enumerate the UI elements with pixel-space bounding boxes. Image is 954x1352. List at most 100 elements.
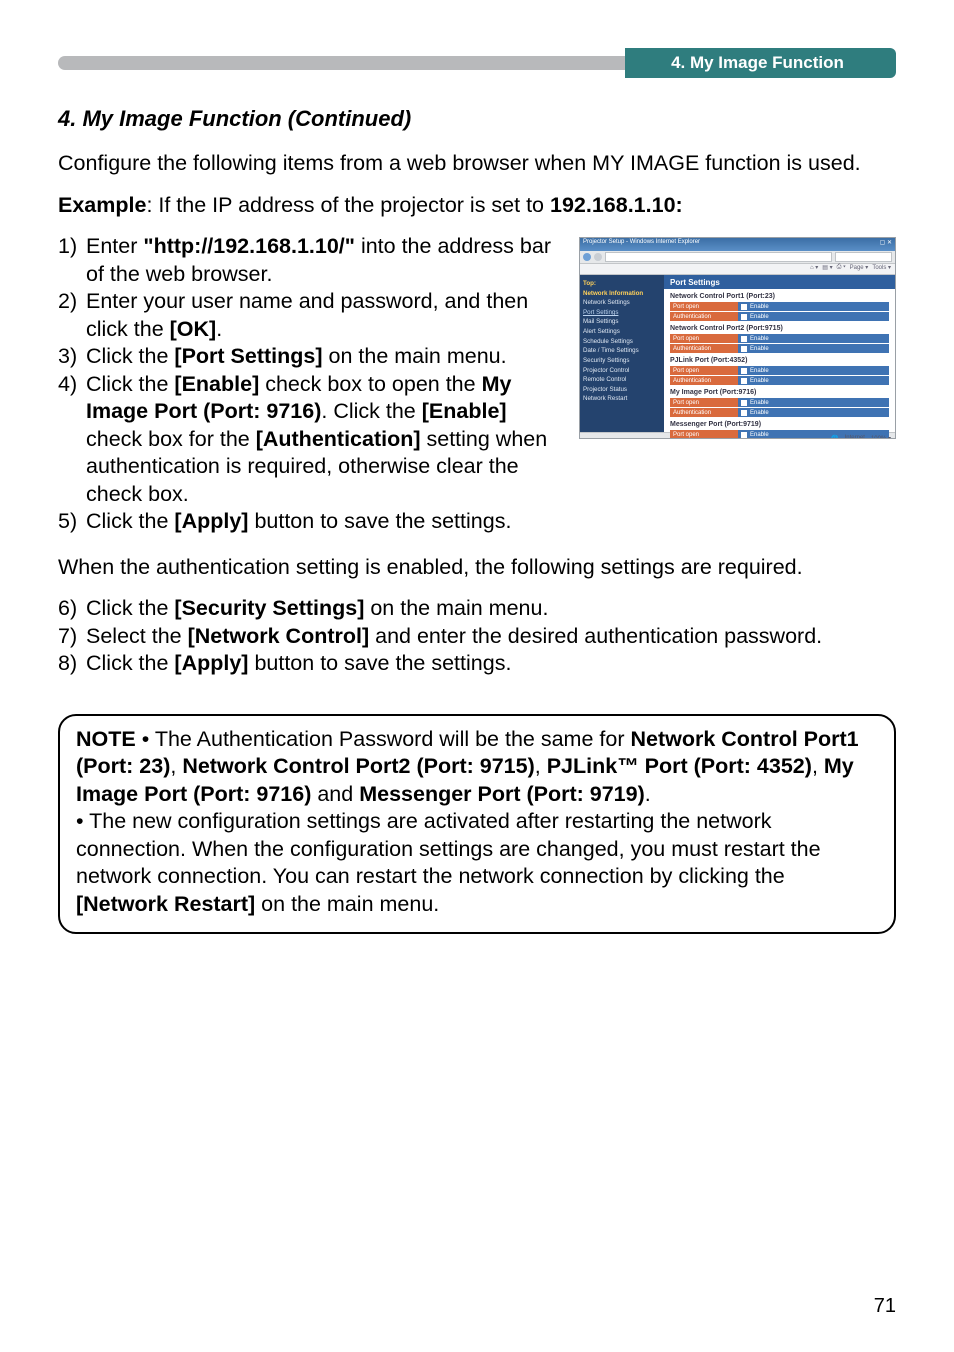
header-bar: 4. My Image Function xyxy=(58,48,896,78)
tools-menu-icon: Tools ▾ xyxy=(872,264,891,274)
port-row: Authentication Enable xyxy=(670,408,889,417)
step-text: button to save the settings. xyxy=(248,651,511,675)
step-number: 2) xyxy=(58,288,86,343)
example-line: Example: If the IP address of the projec… xyxy=(58,192,896,220)
note-box: NOTE • The Authentication Password will … xyxy=(58,714,896,935)
checkbox-icon xyxy=(741,336,747,342)
sidebar-item: Security Settings xyxy=(583,356,661,366)
step-1: 1) Enter "http://192.168.1.10/" into the… xyxy=(58,233,569,288)
port-row: Port openEnable xyxy=(670,398,889,407)
row-value: Enable xyxy=(738,344,889,353)
intro-paragraph: Configure the following items from a web… xyxy=(58,150,896,178)
sidebar-item: Projector Status xyxy=(583,385,661,395)
enable-label: Enable xyxy=(750,336,769,342)
page: 4. My Image Function 4. My Image Functio… xyxy=(0,0,954,1352)
enable-label: Enable xyxy=(750,304,769,310)
row-label: Authentication xyxy=(670,376,738,385)
breadcrumb: 4. My Image Function xyxy=(625,48,896,78)
step-text: . xyxy=(216,317,222,341)
step-5: 5) Click the [Apply] button to save the … xyxy=(58,508,896,536)
enable-label: Enable xyxy=(750,314,769,320)
example-text: : If the IP address of the projector is … xyxy=(146,193,550,217)
row-label: Port open xyxy=(670,334,738,343)
port-row: Port open Enable xyxy=(670,334,889,343)
step-text: and enter the desired authentication pas… xyxy=(369,624,822,648)
port-group-title: My Image Port (Port:9716) xyxy=(670,389,889,396)
screenshot-toolbar2: ⌂ ▾ ▤ ▾ ⎙ ▾ Page ▾ Tools ▾ xyxy=(580,264,895,275)
note-text: . xyxy=(645,782,651,806)
step-text: Click the xyxy=(86,509,174,533)
step-text: Click the xyxy=(86,344,174,368)
port-group-title: Network Control Port1 (Port:23) xyxy=(670,293,889,300)
sidebar-item: Projector Control xyxy=(583,366,661,376)
status-text: Internet xyxy=(845,435,865,439)
port-row: Port open Enable xyxy=(670,302,889,311)
feed-icon: ▤ ▾ xyxy=(822,264,832,274)
enable-label: Enable xyxy=(750,378,769,384)
step-text: on the main menu. xyxy=(364,596,548,620)
step-number: 7) xyxy=(58,623,86,651)
page-number: 71 xyxy=(874,1295,896,1318)
row-value: Enable xyxy=(738,366,889,375)
step-bold: [Enable] xyxy=(174,372,259,396)
note-text: , xyxy=(170,754,182,778)
note-bold: Network Control Port2 (Port: 9715) xyxy=(182,754,534,778)
note-text: , xyxy=(535,754,547,778)
auth-line: When the authentication setting is enabl… xyxy=(58,554,896,582)
row-value: Enable xyxy=(738,302,889,311)
note-bold: PJLink™ Port (Port: 4352) xyxy=(547,754,812,778)
forward-icon xyxy=(594,253,602,261)
row-value: Enable xyxy=(738,430,889,439)
step-number: 4) xyxy=(58,371,86,509)
sidebar-item: Network Information xyxy=(583,289,661,299)
note-text: on the main menu. xyxy=(255,892,439,916)
panel-title: Port Settings xyxy=(664,275,895,289)
step-8: 8) Click the [Apply] button to save the … xyxy=(58,650,896,678)
step-4: 4) Click the [Enable] check box to open … xyxy=(58,371,569,509)
enable-label: Enable xyxy=(750,410,769,416)
sidebar-item: Top: xyxy=(583,279,661,289)
home-icon: ⌂ ▾ xyxy=(810,264,818,274)
note-text: and xyxy=(311,782,359,806)
sidebar-item: Alert Settings xyxy=(583,327,661,337)
internet-icon: 🌐 xyxy=(831,435,838,440)
step-number: 1) xyxy=(58,233,86,288)
step-number: 8) xyxy=(58,650,86,678)
window-controls-icon: ▢ ✕ xyxy=(880,239,892,250)
note-bold: Messenger Port (Port: 9719) xyxy=(359,782,645,806)
zoom-text: 100% ▾ xyxy=(871,435,891,440)
step-6: 6) Click the [Security Settings] on the … xyxy=(58,595,896,623)
example-label: Example xyxy=(58,193,146,217)
port-group-title: Messenger Port (Port:9719) xyxy=(670,421,889,428)
screenshot-body: Top: Network Information Network Setting… xyxy=(580,275,895,432)
note-bold: [Network Restart] xyxy=(76,892,255,916)
row-label: Authentication xyxy=(670,408,738,417)
step-text: Enter xyxy=(86,234,143,258)
port-row: AuthenticationEnable xyxy=(670,312,889,321)
step-text: Click the xyxy=(86,596,174,620)
step-7: 7) Select the [Network Control] and ente… xyxy=(58,623,896,651)
step-number: 5) xyxy=(58,508,86,536)
row-label: Port open xyxy=(670,302,738,311)
sidebar-item: Network Restart xyxy=(583,394,661,404)
step-text: Select the xyxy=(86,624,188,648)
sidebar-item: Date / Time Settings xyxy=(583,346,661,356)
step-bold: [Enable] xyxy=(422,399,507,423)
screenshot-window-title: Projector Setup - Windows Internet Explo… xyxy=(583,239,700,250)
enable-label: Enable xyxy=(750,400,769,406)
row-label: Authentication xyxy=(670,344,738,353)
enable-label: Enable xyxy=(750,346,769,352)
step-text: check box to open the xyxy=(259,372,481,396)
step-bold: [Apply] xyxy=(174,651,248,675)
step-bold: [Port Settings] xyxy=(174,344,322,368)
step-text: Click the xyxy=(86,651,174,675)
port-row: Port openEnable xyxy=(670,366,889,375)
row-value: Enable xyxy=(738,312,889,321)
row-value: Enable xyxy=(738,376,889,385)
print-icon: ⎙ ▾ xyxy=(837,264,846,274)
step-bold: [Network Control] xyxy=(188,624,370,648)
checkbox-icon xyxy=(741,346,747,352)
step-bold: [Authentication] xyxy=(256,427,421,451)
port-group-title: PJLink Port (Port:4352) xyxy=(670,357,889,364)
enable-label: Enable xyxy=(750,432,769,438)
